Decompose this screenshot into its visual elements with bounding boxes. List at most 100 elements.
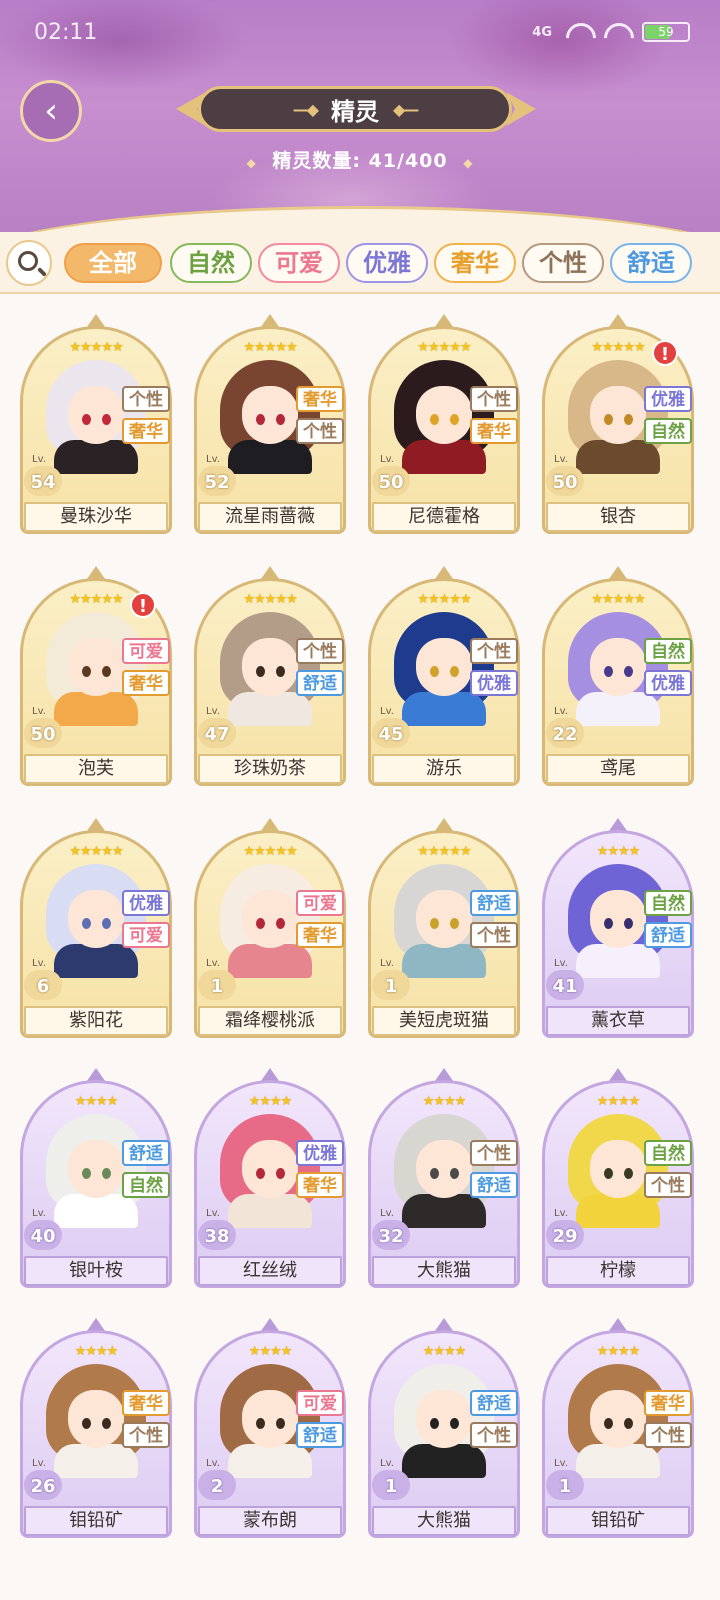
portrait-outfit	[402, 944, 486, 978]
spirit-card[interactable]: ★★★★★ 个性舒适 47 珍珠奶茶	[194, 566, 346, 786]
spirit-card[interactable]: ★★★★ 舒适自然 40 银叶桉	[20, 1068, 172, 1288]
spirit-portrait	[212, 608, 328, 726]
spirit-card[interactable]: ★★★★ 自然个性 29 柠檬	[542, 1068, 694, 1288]
portrait-face	[68, 1390, 124, 1448]
portrait-outfit	[228, 440, 312, 474]
search-icon-handle	[37, 267, 47, 277]
portrait-eye-right	[276, 414, 285, 425]
trait-tag: 奢华	[122, 670, 170, 696]
spirit-card[interactable]: ★★★★★ 优雅可爱 6 紫阳花	[20, 818, 172, 1038]
spirit-name: 钼铅矿	[24, 1506, 168, 1536]
portrait-outfit	[54, 1194, 138, 1228]
portrait-outfit	[576, 944, 660, 978]
trait-tag: 自然	[644, 638, 692, 664]
filter-tab-1[interactable]: 自然	[170, 243, 252, 283]
trait-tag: 个性	[470, 386, 518, 412]
portrait-eye-left	[82, 414, 91, 425]
portrait-eye-left	[256, 666, 265, 677]
portrait-eye-left	[82, 1168, 91, 1179]
trait-tag: 个性	[470, 638, 518, 664]
portrait-eye-left	[82, 666, 91, 677]
star-rating: ★★★★★	[69, 340, 123, 355]
spirit-name: 红丝绒	[198, 1256, 342, 1286]
spirit-portrait	[560, 1360, 676, 1478]
portrait-eye-right	[102, 1168, 111, 1179]
portrait-eye-left	[430, 918, 439, 929]
trait-tag: 优雅	[644, 386, 692, 412]
portrait-eye-right	[450, 414, 459, 425]
portrait-face	[68, 1140, 124, 1198]
portrait-eye-right	[276, 918, 285, 929]
level-badge: 26	[24, 1458, 62, 1500]
spirit-card[interactable]: ★★★★★ 自然优雅 22 鸢尾	[542, 566, 694, 786]
star-rating: ★★★★	[596, 844, 641, 859]
spirit-count-label: 精灵数量: 41/400	[272, 150, 448, 172]
title-ornament-right: ◆—	[393, 99, 419, 119]
level-badge: 1	[546, 1458, 584, 1500]
spirit-card[interactable]: ★★★★ 个性舒适 32 大熊猫	[368, 1068, 520, 1288]
portrait-eye-right	[450, 1168, 459, 1179]
spirit-card[interactable]: ★★★★★ 奢华个性 52 流星雨蔷薇	[194, 314, 346, 534]
portrait-eye-right	[276, 1418, 285, 1429]
spirit-card[interactable]: ★★★★ 奢华个性 1 钼铅矿	[542, 1318, 694, 1538]
level-badge: 6	[24, 958, 62, 1000]
trait-tag: 个性	[470, 1422, 518, 1448]
portrait-face	[590, 386, 646, 444]
spirit-card[interactable]: ★★★★ 奢华个性 26 钼铅矿	[20, 1318, 172, 1538]
spirit-portrait	[560, 356, 676, 474]
portrait-eye-right	[276, 666, 285, 677]
portrait-eye-left	[256, 1168, 265, 1179]
trait-tag: 舒适	[122, 1140, 170, 1166]
filter-tab-4[interactable]: 奢华	[434, 243, 516, 283]
level-badge: 50	[24, 706, 62, 748]
trait-tag: 个性	[122, 386, 170, 412]
spirit-card[interactable]: ★★★★ 舒适个性 1 大熊猫	[368, 1318, 520, 1538]
star-rating: ★★★★	[596, 1094, 641, 1109]
spirit-card[interactable]: ★★★★ 自然舒适 41 薰衣草	[542, 818, 694, 1038]
filter-tab-0[interactable]: 全部	[64, 243, 162, 283]
spirit-portrait	[386, 356, 502, 474]
portrait-face	[68, 386, 124, 444]
spirit-card[interactable]: ★★★★★ 个性奢华 54 曼珠沙华	[20, 314, 172, 534]
portrait-face	[68, 890, 124, 948]
spirit-card[interactable]: ★★★★★ 舒适个性 1 美短虎斑猫	[368, 818, 520, 1038]
portrait-outfit	[402, 692, 486, 726]
portrait-outfit	[228, 944, 312, 978]
trait-tag: 自然	[644, 890, 692, 916]
portrait-eye-left	[604, 1168, 613, 1179]
portrait-eye-right	[102, 1418, 111, 1429]
portrait-face	[242, 638, 298, 696]
portrait-face	[416, 890, 472, 948]
portrait-eye-left	[256, 1418, 265, 1429]
star-rating: ★★★★★	[417, 844, 471, 859]
spirit-portrait	[38, 1360, 154, 1478]
filter-tab-2[interactable]: 可爱	[258, 243, 340, 283]
filter-tab-3[interactable]: 优雅	[346, 243, 428, 283]
search-button[interactable]	[6, 240, 52, 286]
trait-tag: 奢华	[470, 418, 518, 444]
spirit-card[interactable]: ★★★★★ 个性奢华 50 尼德霍格	[368, 314, 520, 534]
portrait-face	[590, 638, 646, 696]
portrait-outfit	[576, 1194, 660, 1228]
trait-tag: 个性	[296, 418, 344, 444]
spirit-card[interactable]: ★★★★★ 可爱奢华 1 霜绛樱桃派	[194, 818, 346, 1038]
spirit-card[interactable]: ★★★★ 可爱舒适 2 蒙布朗	[194, 1318, 346, 1538]
trait-tag: 奢华	[122, 1390, 170, 1416]
trait-tag: 个性	[644, 1422, 692, 1448]
spirit-name: 蒙布朗	[198, 1506, 342, 1536]
portrait-eye-left	[430, 1418, 439, 1429]
spirit-card[interactable]: ★★★★★ 个性优雅 45 游乐	[368, 566, 520, 786]
trait-tag: 奢华	[296, 386, 344, 412]
spirit-card[interactable]: ★★★★★优雅自然50银杏!	[542, 314, 694, 534]
star-rating: ★★★★★	[243, 844, 297, 859]
spirit-card[interactable]: ★★★★ 优雅奢华 38 红丝绒	[194, 1068, 346, 1288]
portrait-outfit	[228, 1194, 312, 1228]
portrait-face	[590, 1140, 646, 1198]
filter-tab-5[interactable]: 个性	[522, 243, 604, 283]
spirit-name: 薰衣草	[546, 1006, 690, 1036]
spirit-name: 紫阳花	[24, 1006, 168, 1036]
back-button[interactable]: ‹	[20, 80, 82, 142]
filter-tab-6[interactable]: 舒适	[610, 243, 692, 283]
spirit-card[interactable]: ★★★★★可爱奢华50泡芙!	[20, 566, 172, 786]
portrait-outfit	[228, 692, 312, 726]
